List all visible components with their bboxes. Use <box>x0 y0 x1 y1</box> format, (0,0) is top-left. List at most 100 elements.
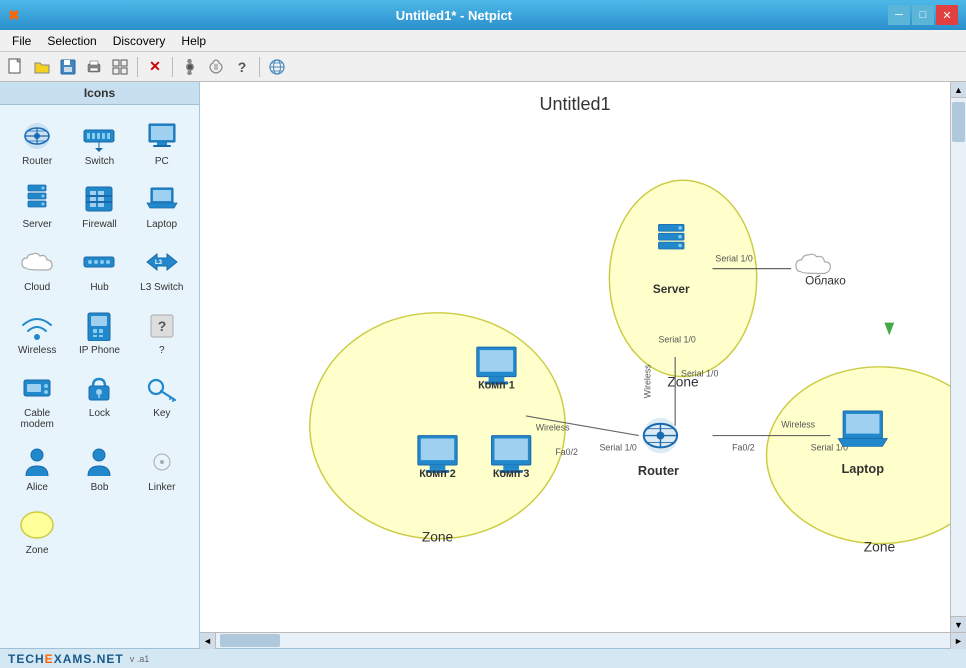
help-button[interactable]: ? <box>230 55 254 79</box>
icon-item-hub[interactable]: Hub <box>70 239 128 298</box>
menu-bar: File Selection Discovery Help <box>0 30 966 52</box>
new-button[interactable] <box>4 55 28 79</box>
router-device[interactable] <box>643 418 678 453</box>
bob-icon <box>79 444 119 480</box>
label-serial10-left: Serial 1/0 <box>600 442 637 452</box>
scroll-left-btn[interactable]: ◄ <box>200 633 216 649</box>
delete-button[interactable]: ✕ <box>143 55 167 79</box>
grid-button[interactable] <box>108 55 132 79</box>
icon-item-unknown[interactable]: ? ? <box>133 302 191 361</box>
laptop-device[interactable] <box>838 411 887 446</box>
icon-item-laptop[interactable]: Laptop <box>133 176 191 235</box>
wireless-label: Wireless <box>18 345 56 356</box>
key-icon <box>142 370 182 406</box>
label-fa02-left: Fa0/2 <box>555 447 578 457</box>
cloud-device[interactable] <box>796 254 830 273</box>
scroll-right-btn[interactable]: ► <box>950 633 966 649</box>
maximize-button[interactable]: □ <box>912 5 934 25</box>
icon-item-zone[interactable]: Zone <box>8 502 66 561</box>
brand-logo: TECHEXAMS.NET <box>8 652 124 666</box>
label-serial10-server2: Serial 1/0 <box>658 334 695 344</box>
label-serial10-server: Serial 1/0 <box>681 369 718 379</box>
scroll-up-btn[interactable]: ▲ <box>951 82 966 98</box>
laptop-icon-panel <box>142 181 182 217</box>
icon-item-key[interactable]: Key <box>133 365 191 435</box>
switch-label: Switch <box>85 156 114 167</box>
icon-item-cablemodem[interactable]: Cable modem <box>8 365 66 435</box>
label-fa02-right: Fa0/2 <box>732 442 755 452</box>
server-device[interactable] <box>658 224 684 249</box>
dropdown-arrow <box>884 323 894 336</box>
comp2-label: Комп 2 <box>419 468 456 480</box>
print-button[interactable] <box>82 55 106 79</box>
main-area: Icons Router <box>0 82 966 648</box>
server-panel-label: Server <box>22 219 51 230</box>
cloud-icon <box>17 244 57 280</box>
menu-item-file[interactable]: File <box>4 32 39 50</box>
cablemodem-label: Cable modem <box>11 408 63 430</box>
router-label: Router <box>22 156 52 167</box>
alice-label: Alice <box>26 482 48 493</box>
unknown-label: ? <box>159 345 165 356</box>
pc-label: PC <box>155 156 169 167</box>
zone-label: Zone <box>26 545 49 556</box>
comp3-label: Комп 3 <box>493 468 530 480</box>
icons-grid: Router Switch <box>0 105 199 569</box>
open-button[interactable] <box>30 55 54 79</box>
icon-item-l3switch[interactable]: L3 L3 Switch <box>133 239 191 298</box>
network-diagram[interactable]: Zone Zone Zone Fa0/2 Serial 1/0 Wireless… <box>200 82 950 632</box>
pc-icon <box>142 118 182 154</box>
left-zone-label: Zone <box>422 530 454 545</box>
icon-item-server[interactable]: Server <box>8 176 66 235</box>
icon-item-linker[interactable]: Linker <box>133 439 191 498</box>
icon-item-ipphone[interactable]: IP Phone <box>70 302 128 361</box>
hub-label: Hub <box>90 282 108 293</box>
canvas-area[interactable]: Untitled1 Zone Zone Zone <box>200 82 950 632</box>
svg-text:L3: L3 <box>155 260 163 266</box>
server-label: Server <box>653 283 690 296</box>
toolbar-separator-3 <box>259 57 260 77</box>
server-zone <box>609 180 756 376</box>
internet-button[interactable] <box>265 55 289 79</box>
wrench-button[interactable] <box>178 55 202 79</box>
label-wireless-right: Wireless <box>781 420 815 430</box>
save-button[interactable] <box>56 55 80 79</box>
icon-item-bob[interactable]: Bob <box>70 439 128 498</box>
app-icon: ✖ <box>8 7 20 24</box>
hscroll-thumb[interactable] <box>220 634 280 647</box>
vertical-scrollbar[interactable]: ▲ ▼ <box>950 82 966 632</box>
icon-panel: Icons Router <box>0 82 200 648</box>
firewall-label: Firewall <box>82 219 116 230</box>
key-label: Key <box>153 408 170 419</box>
panel-title: Icons <box>0 82 199 105</box>
horizontal-scrollbar[interactable]: ◄ ► <box>200 632 966 648</box>
laptop-label: Laptop <box>842 461 885 476</box>
ipphone-label: IP Phone <box>79 345 120 356</box>
icon-item-lock[interactable]: Lock <box>70 365 128 435</box>
icon-item-wireless[interactable]: Wireless <box>8 302 66 361</box>
icon-item-switch[interactable]: Switch <box>70 113 128 172</box>
scroll-thumb[interactable] <box>952 102 965 142</box>
minimize-button[interactable]: ─ <box>888 5 910 25</box>
close-button[interactable]: ✕ <box>936 5 958 25</box>
linker-icon <box>142 444 182 480</box>
status-bar: TECHEXAMS.NET v .a1 <box>0 648 966 668</box>
icon-item-pc[interactable]: PC <box>133 113 191 172</box>
right-zone <box>767 367 950 544</box>
menu-item-discovery[interactable]: Discovery <box>105 32 174 50</box>
icon-item-cloud[interactable]: Cloud <box>8 239 66 298</box>
scroll-down-btn[interactable]: ▼ <box>951 616 966 632</box>
bob-label: Bob <box>91 482 109 493</box>
comp1-label: Комп 1 <box>478 379 515 391</box>
properties-button[interactable] <box>204 55 228 79</box>
router-icon <box>17 118 57 154</box>
menu-item-selection[interactable]: Selection <box>39 32 104 50</box>
icon-item-firewall[interactable]: Firewall <box>70 176 128 235</box>
scroll-track <box>951 98 966 616</box>
l3switch-label: L3 Switch <box>140 282 183 293</box>
version-label: v .a1 <box>130 654 150 664</box>
menu-item-help[interactable]: Help <box>173 32 214 50</box>
icon-item-alice[interactable]: Alice <box>8 439 66 498</box>
icon-item-router[interactable]: Router <box>8 113 66 172</box>
hub-icon <box>79 244 119 280</box>
